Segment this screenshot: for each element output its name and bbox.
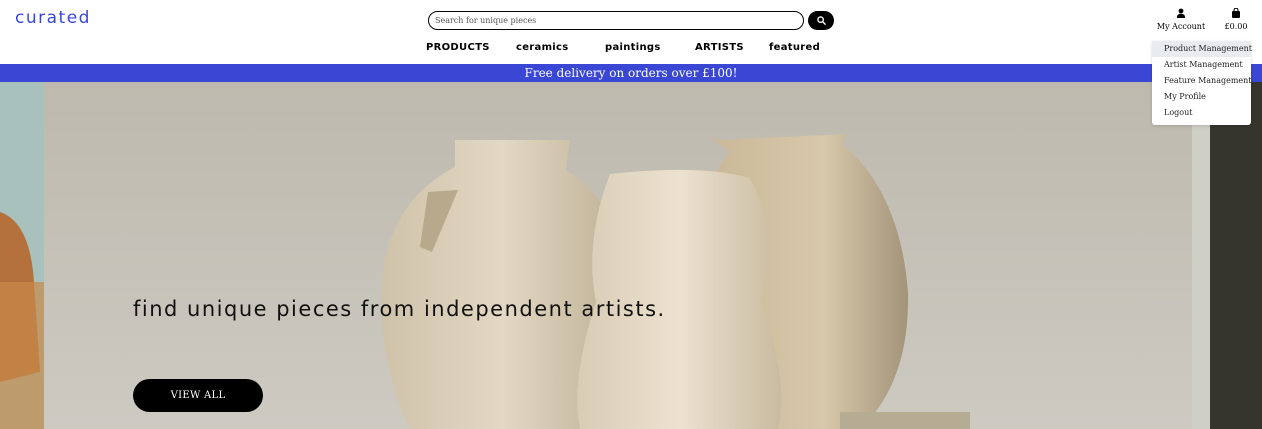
menu-item-logout[interactable]: Logout <box>1152 105 1251 121</box>
shopping-bag-icon <box>1232 7 1240 18</box>
nav-artists[interactable]: ARTISTS <box>695 42 769 56</box>
view-all-button[interactable]: VIEW ALL <box>133 379 263 412</box>
delivery-banner: Free delivery on orders over £100! <box>0 64 1262 82</box>
search-button[interactable] <box>808 11 834 30</box>
menu-item-my-profile[interactable]: My Profile <box>1152 89 1251 105</box>
nav-ceramics[interactable]: ceramics <box>516 42 605 56</box>
shopping-bag-link[interactable]: £0.00 <box>1220 7 1252 31</box>
account-dropdown-menu: Product Management Artist Management Fea… <box>1152 41 1252 125</box>
nav-paintings[interactable]: paintings <box>605 42 695 56</box>
menu-item-artist-management[interactable]: Artist Management <box>1152 57 1251 73</box>
site-header: curated PRODUCTS ceramics paintings ARTI… <box>0 0 1262 64</box>
my-account-label: My Account <box>1156 22 1206 31</box>
nav-featured[interactable]: featured <box>769 42 839 56</box>
hero-tagline: find unique pieces from independent arti… <box>133 297 666 321</box>
menu-item-product-management[interactable]: Product Management <box>1152 41 1252 57</box>
search-icon <box>816 16 826 25</box>
hero-image <box>0 82 1262 429</box>
nav-products[interactable]: PRODUCTS <box>426 42 516 56</box>
hero-section: find unique pieces from independent arti… <box>0 82 1262 429</box>
search-input[interactable] <box>428 11 804 30</box>
my-account-link[interactable]: My Account <box>1156 8 1206 31</box>
main-nav: PRODUCTS ceramics paintings ARTISTS feat… <box>426 42 839 56</box>
bag-total: £0.00 <box>1224 22 1248 31</box>
user-icon <box>1176 8 1186 18</box>
menu-item-feature-management[interactable]: Feature Management <box>1152 73 1252 89</box>
site-logo[interactable]: curated <box>15 8 91 28</box>
